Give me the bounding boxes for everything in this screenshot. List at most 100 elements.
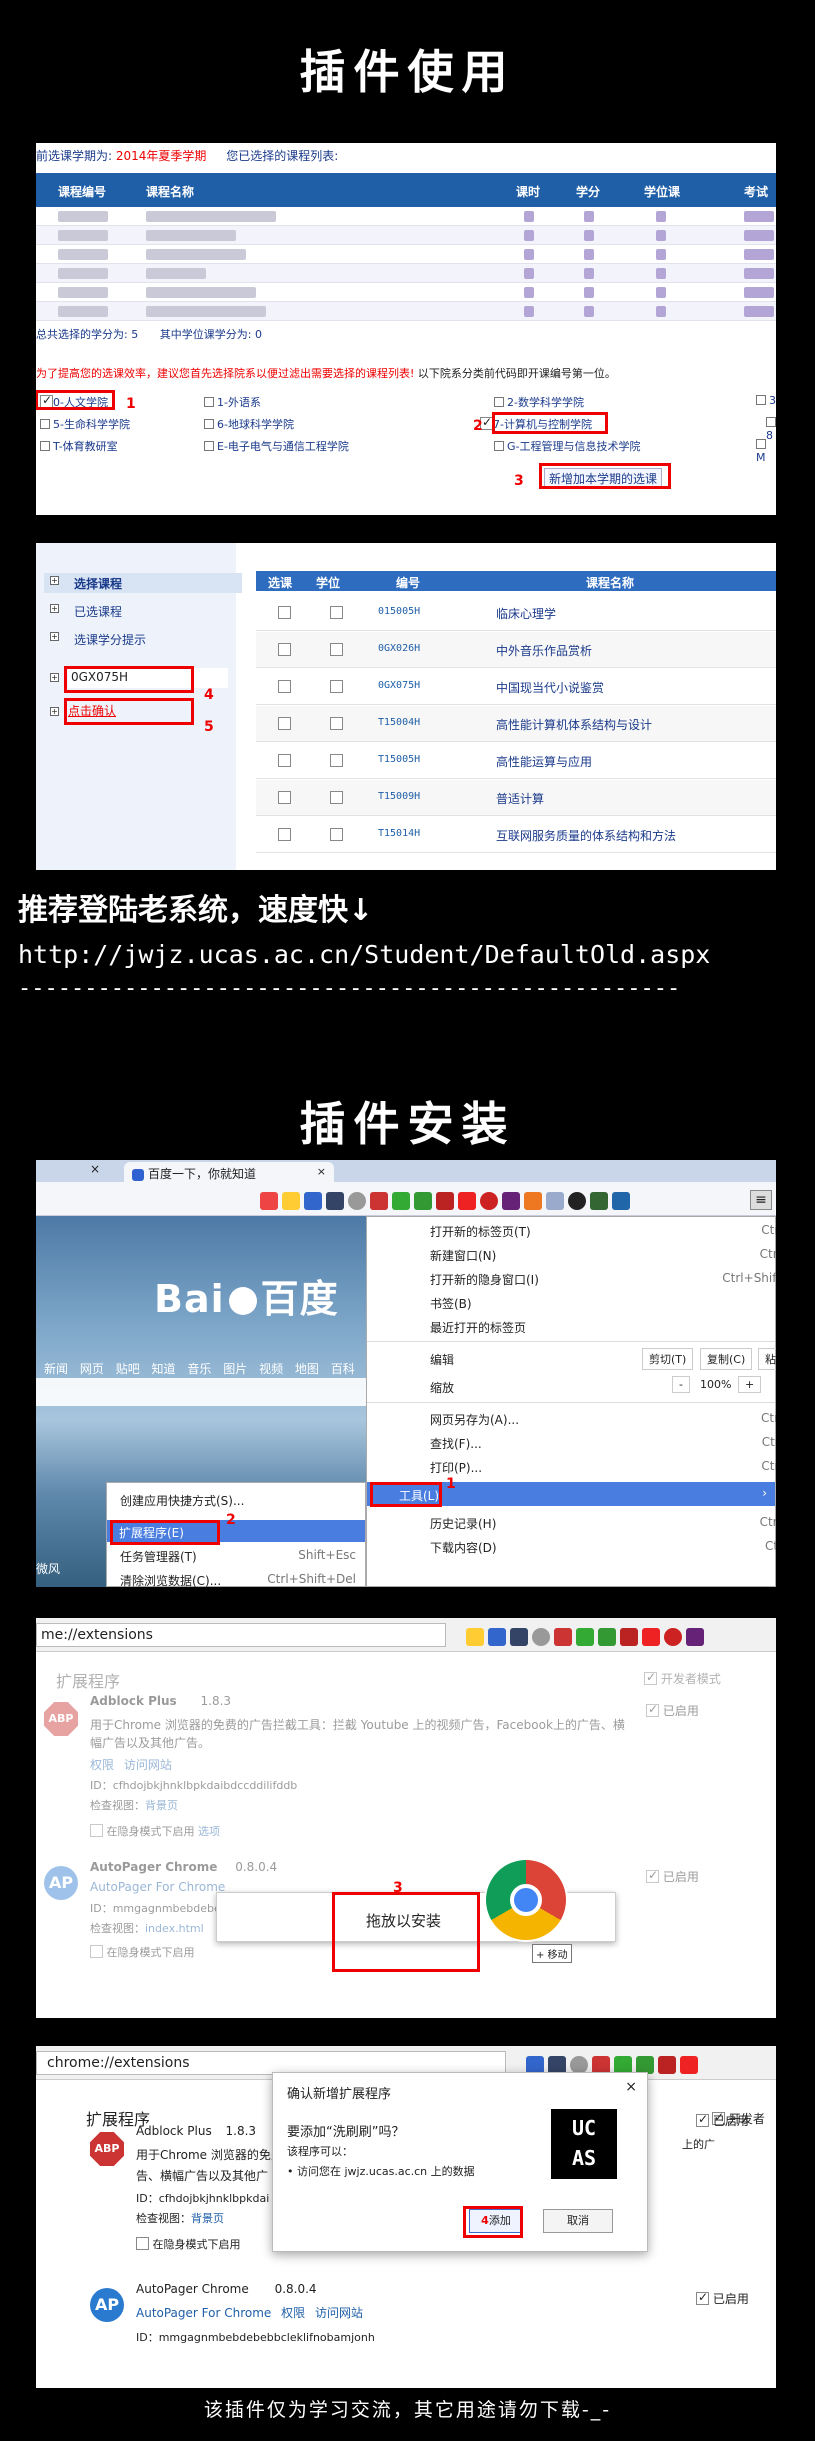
sidebar-item-select[interactable]: + 选择课程 bbox=[44, 573, 242, 593]
menu-item-save-page[interactable]: 网页另存为(A)...Ctrl+S bbox=[416, 1406, 776, 1430]
table-row bbox=[36, 302, 776, 321]
sidebar-label: 选课学分提示 bbox=[74, 633, 147, 647]
dept-label: 2-数学科学学院 bbox=[507, 396, 584, 409]
menu-item-history[interactable]: 历史记录(H)Ctrl+H bbox=[416, 1510, 776, 1534]
selected-courses-header: 课程编号 课程名称 课时 学分 学位课 考试 bbox=[36, 173, 776, 207]
menu-icon[interactable]: ≡ bbox=[750, 1190, 772, 1210]
menu-item-downloads[interactable]: 下载内容(D)Ctrl+J bbox=[416, 1534, 776, 1558]
cut-button[interactable]: 剪切(T) bbox=[642, 1348, 694, 1370]
dev-mode-toggle[interactable]: 开发者模式 bbox=[644, 1670, 721, 1687]
background-page-link[interactable]: 背景页 bbox=[145, 1799, 178, 1812]
close-icon[interactable]: × bbox=[625, 2079, 637, 2095]
baidu-link[interactable]: 百科 bbox=[331, 1362, 355, 1376]
select-checkbox[interactable] bbox=[278, 717, 291, 730]
dept-checkbox-t[interactable]: T-体育教研室 bbox=[40, 438, 118, 454]
select-checkbox[interactable] bbox=[278, 828, 291, 841]
dept-checkbox-2[interactable]: 2-数学科学学院 bbox=[494, 394, 584, 410]
baidu-link[interactable]: 视频 bbox=[259, 1362, 283, 1376]
table-row: T15004H 高性能计算机体系结构与设计 bbox=[256, 706, 776, 742]
adblock-enabled[interactable]: 已启用 bbox=[696, 2112, 749, 2129]
menu-item-new-window[interactable]: 新建窗口(N)Ctrl+N bbox=[416, 1242, 776, 1266]
dept-label: E-电子电气与通信工程学院 bbox=[217, 440, 349, 453]
degree-checkbox[interactable] bbox=[330, 791, 343, 804]
old-system-url[interactable]: http://jwjz.ucas.ac.cn/Student/DefaultOl… bbox=[18, 940, 710, 969]
menu-item-print[interactable]: 打印(P)...Ctrl+P bbox=[416, 1454, 776, 1478]
submenu-task-manager[interactable]: 任务管理器(T) Shift+Esc bbox=[120, 1548, 356, 1565]
close-icon[interactable]: × bbox=[90, 1162, 100, 1176]
chrome-menu-screenshot: 百度一下，你就知道 × × ≡ Bai 百度 新闻 网页 贴吧 知道 音乐 图片 … bbox=[36, 1160, 776, 1587]
menu-edit-row: 编辑 剪切(T) 复制(C) 粘贴(P) bbox=[416, 1346, 776, 1370]
baidu-logo: Bai 百度 bbox=[154, 1268, 339, 1323]
filter-notice: 为了提高您的选课效率，建议您首先选择院系以便过滤出需要选择的课程列表! bbox=[36, 367, 415, 380]
autopager-enabled[interactable]: 已启用 bbox=[696, 2290, 749, 2307]
dept-checkbox-g[interactable]: G-工程管理与信息技术学院 bbox=[494, 438, 641, 454]
confirm-extension-screenshot: chrome://extensions 扩展程序 开发者 ABP Adblock… bbox=[36, 2046, 776, 2388]
course-code: 0GX075H bbox=[378, 680, 421, 691]
baidu-link[interactable]: 知道 bbox=[152, 1362, 176, 1376]
baidu-link[interactable]: 网页 bbox=[80, 1362, 104, 1376]
menu-item-incognito[interactable]: 打开新的隐身窗口(I)Ctrl+Shift+N bbox=[416, 1266, 776, 1290]
dept-checkbox-5[interactable]: 5-生命科学学院 bbox=[40, 416, 130, 432]
cancel-button[interactable]: 取消 bbox=[543, 2209, 613, 2233]
baidu-link[interactable]: 音乐 bbox=[187, 1362, 211, 1376]
dept-label: 6-地球科学学院 bbox=[217, 418, 294, 431]
degree-checkbox[interactable] bbox=[330, 606, 343, 619]
baidu-search-input[interactable] bbox=[36, 1378, 416, 1406]
highlight-box bbox=[492, 412, 608, 434]
step-marker: 2 bbox=[226, 1512, 236, 1528]
dept-checkbox-6[interactable]: 6-地球科学学院 bbox=[204, 416, 294, 432]
adblock-enabled[interactable]: 已启用 bbox=[646, 1702, 699, 1719]
select-checkbox[interactable] bbox=[278, 754, 291, 767]
menu-item-recent-tabs[interactable]: 最近打开的标签页› bbox=[416, 1314, 776, 1338]
baidu-link[interactable]: 贴吧 bbox=[116, 1362, 140, 1376]
menu-item-bookmarks[interactable]: 书签(B)› bbox=[416, 1290, 776, 1314]
autopager-enabled[interactable]: 已启用 bbox=[646, 1868, 699, 1885]
address-bar[interactable]: me://extensions bbox=[36, 1623, 446, 1647]
step-marker: 2 bbox=[473, 418, 483, 434]
table-row bbox=[36, 283, 776, 302]
dept-label: 1-外语系 bbox=[217, 396, 261, 409]
zoom-in-button[interactable]: + bbox=[738, 1376, 762, 1393]
dept-checkbox-3[interactable]: 3 bbox=[756, 394, 776, 407]
close-icon[interactable]: × bbox=[317, 1165, 326, 1178]
select-checkbox[interactable] bbox=[278, 643, 291, 656]
options-link[interactable]: 选项 bbox=[198, 1825, 220, 1838]
tab-baidu[interactable]: 百度一下，你就知道 × bbox=[124, 1162, 334, 1182]
degree-checkbox[interactable] bbox=[330, 754, 343, 767]
permissions-link[interactable]: 权限 bbox=[90, 1758, 114, 1772]
degree-checkbox[interactable] bbox=[330, 680, 343, 693]
degree-checkbox[interactable] bbox=[330, 643, 343, 656]
submenu-create-shortcut[interactable]: 创建应用快捷方式(S)... bbox=[120, 1492, 244, 1509]
course-name: 互联网服务质量的体系结构和方法 bbox=[496, 829, 677, 843]
sidebar-item-selected[interactable]: + 已选课程 bbox=[44, 601, 242, 621]
zoom-out-button[interactable]: - bbox=[672, 1376, 690, 1393]
tab-title: 百度一下，你就知道 bbox=[148, 1167, 257, 1181]
background-page-link[interactable]: 背景页 bbox=[191, 2212, 224, 2225]
visit-site-link[interactable]: 访问网站 bbox=[315, 2306, 363, 2320]
select-checkbox[interactable] bbox=[278, 680, 291, 693]
copy-button[interactable]: 复制(C) bbox=[700, 1348, 753, 1370]
selected-courses-label: 您已选择的课程列表: bbox=[226, 149, 339, 163]
sidebar-item-credit-tip[interactable]: + 选课学分提示 bbox=[44, 629, 242, 649]
submenu-clear-data[interactable]: 清除浏览数据(C)... Ctrl+Shift+Del bbox=[120, 1572, 356, 1587]
dept-checkbox-m[interactable]: M bbox=[756, 438, 776, 464]
baidu-link[interactable]: 图片 bbox=[223, 1362, 247, 1376]
select-checkbox[interactable] bbox=[278, 606, 291, 619]
header-degree: 学位课 bbox=[644, 185, 681, 199]
ad-side-text: 上的广 bbox=[682, 2138, 715, 2151]
paste-button[interactable]: 粘贴(P) bbox=[758, 1348, 776, 1370]
chrome-crx-icon[interactable] bbox=[484, 1858, 568, 1942]
dept-checkbox-e[interactable]: E-电子电气与通信工程学院 bbox=[204, 438, 349, 454]
permissions-link[interactable]: 权限 bbox=[281, 2306, 305, 2320]
menu-item-new-tab[interactable]: 打开新的标签页(T)Ctrl+T bbox=[416, 1218, 776, 1242]
select-checkbox[interactable] bbox=[278, 791, 291, 804]
degree-checkbox[interactable] bbox=[330, 828, 343, 841]
visit-site-link[interactable]: 访问网站 bbox=[124, 1758, 172, 1772]
inspect-view-link[interactable]: index.html bbox=[145, 1922, 204, 1935]
baidu-link[interactable]: 新闻 bbox=[44, 1362, 68, 1376]
table-row bbox=[36, 207, 776, 226]
degree-checkbox[interactable] bbox=[330, 717, 343, 730]
menu-item-find[interactable]: 查找(F)...Ctrl+F bbox=[416, 1430, 776, 1454]
dept-checkbox-1[interactable]: 1-外语系 bbox=[204, 394, 261, 410]
baidu-link[interactable]: 地图 bbox=[295, 1362, 319, 1376]
